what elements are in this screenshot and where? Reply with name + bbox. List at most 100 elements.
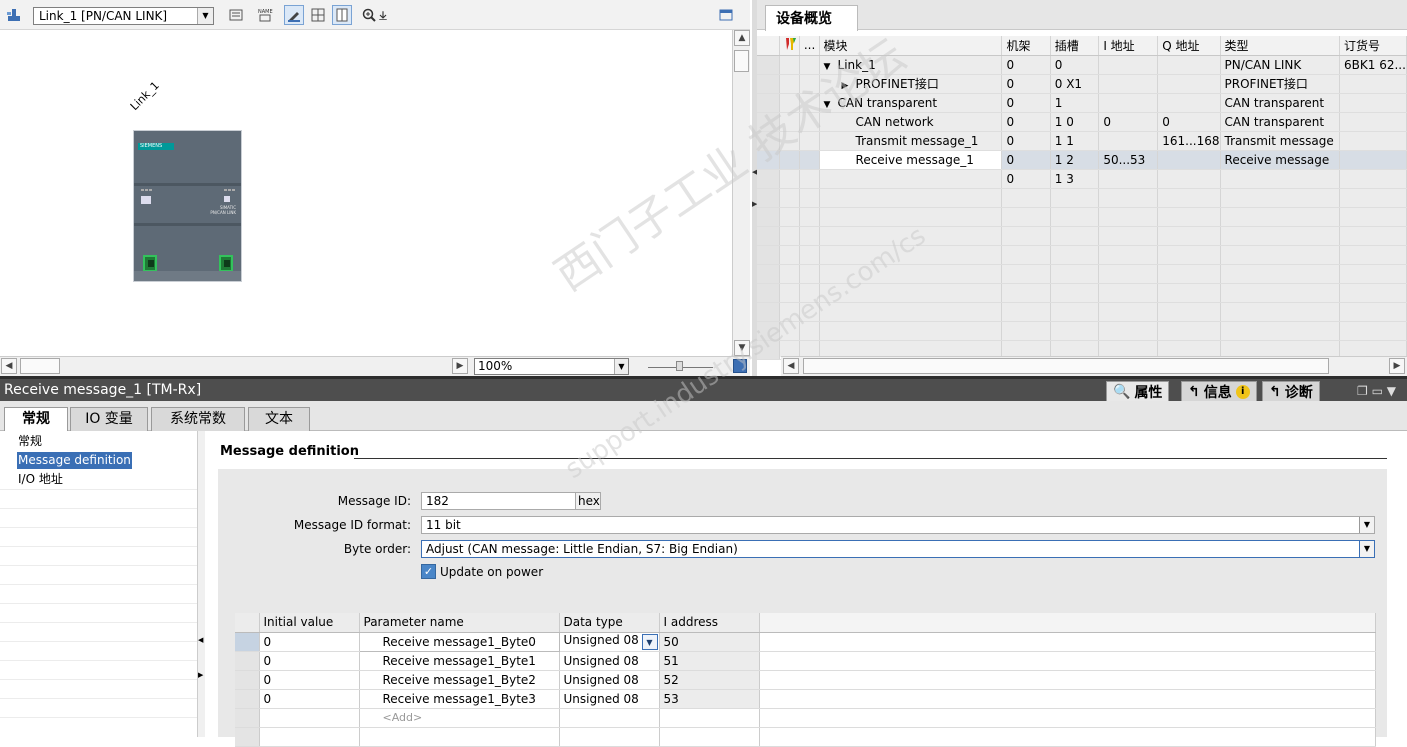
device-selector[interactable]: Link_1 [PN/CAN LINK] ▼ (33, 7, 214, 25)
col-order-number[interactable]: 订货号 (1339, 36, 1407, 56)
pen-tool-icon[interactable] (284, 5, 304, 25)
col-rack[interactable]: 机架 (1001, 36, 1051, 56)
fit-view-icon[interactable] (733, 359, 747, 373)
col-q-address[interactable]: Q 地址 (1157, 36, 1221, 56)
row-header-cell[interactable] (757, 150, 780, 170)
device-pn-can-link[interactable]: SIEMENS SIMATIC PN/CAN LINK (133, 130, 242, 282)
overview-row[interactable]: Transmit message_1 0 1 1 161...168 Transmit … (757, 131, 1407, 151)
col-module[interactable]: 模块 (819, 36, 1003, 56)
parameter-name-cell[interactable]: Receive message1_Byte1 (359, 651, 560, 671)
tab-general[interactable]: 常规 (4, 407, 68, 433)
scroll-left-icon[interactable]: ◀ (1, 358, 17, 374)
device-data-icon[interactable] (226, 5, 246, 25)
chevron-down-icon[interactable]: ▼ (197, 8, 213, 24)
col-initial-value[interactable]: Initial value (259, 613, 360, 633)
window-controls-icon[interactable]: ❐ ▭ ▼ (1357, 384, 1396, 398)
parameter-name-cell[interactable]: Receive message1_Byte3 (359, 689, 560, 709)
row-header-cell[interactable] (757, 112, 780, 132)
parameter-row[interactable]: 0 Receive message1_Byte2 Unsigned 08 52 (235, 670, 1376, 690)
show-names-icon[interactable]: NAME (255, 5, 275, 25)
arrow-down-icon[interactable] (376, 5, 390, 25)
module-cell[interactable]: Receive message_1 (819, 150, 1003, 170)
initial-value-cell[interactable]: 0 (259, 689, 360, 709)
tab-properties[interactable]: 🔍 属性 (1106, 381, 1170, 403)
col-i-address[interactable]: I 地址 (1098, 36, 1159, 56)
tab-device-overview[interactable]: 设备概览 (765, 5, 858, 31)
page-break-icon[interactable] (332, 5, 352, 25)
network-view-icon[interactable] (4, 5, 24, 25)
scroll-down-icon[interactable]: ▼ (734, 340, 750, 356)
chevron-down-icon[interactable]: ▼ (641, 634, 658, 650)
col-slot[interactable]: 插槽 (1050, 36, 1100, 56)
module-cell[interactable] (819, 169, 1003, 189)
row-header-cell[interactable] (235, 689, 260, 709)
col-parameter-name[interactable]: Parameter name (359, 613, 560, 633)
zoom-select[interactable]: 100% ▼ (474, 358, 629, 375)
scroll-right-icon[interactable]: ▶ (1389, 358, 1405, 374)
chevron-down-icon[interactable]: ▼ (1359, 541, 1374, 557)
tab-diagnostics[interactable]: ↰ 诊断 (1262, 381, 1320, 403)
ethernet-port-2-icon[interactable] (219, 255, 233, 272)
filter-icon[interactable] (779, 36, 800, 56)
expand-icon[interactable]: ▶ (842, 81, 856, 91)
scroll-up-icon[interactable]: ▲ (734, 30, 750, 46)
tab-system-constants[interactable]: 系统常数 (151, 407, 245, 432)
chevron-down-icon[interactable]: ▼ (1359, 517, 1374, 533)
grid-icon[interactable] (308, 5, 328, 25)
overview-row[interactable]: CAN network 0 1 0 0 0 CAN transparent (757, 112, 1407, 132)
overview-horizontal-scrollbar[interactable]: ◀ ▶ (781, 356, 1407, 376)
parameter-name-cell[interactable]: Receive message1_Byte2 (359, 670, 560, 690)
row-header-cell[interactable] (757, 55, 780, 75)
data-type-cell[interactable]: Unsigned 08 (559, 689, 660, 709)
nav-io-address[interactable]: I/O 地址 (17, 471, 64, 488)
network-canvas[interactable] (0, 30, 732, 358)
row-header-cell[interactable] (757, 131, 780, 151)
parameter-row[interactable]: 0 Receive message1_Byte3 Unsigned 08 53 (235, 689, 1376, 709)
collapse-icon[interactable]: ▼ (824, 100, 838, 110)
row-header-cell[interactable] (757, 93, 780, 113)
scroll-thumb-h[interactable] (803, 358, 1329, 374)
message-id-format-select[interactable]: 11 bit ▼ (421, 516, 1375, 534)
add-parameter-cell[interactable]: <Add> (359, 708, 560, 728)
overview-row[interactable]: ▼ Link_1 0 0 PN/CAN LINK 6BK1 62... (757, 55, 1407, 75)
col-i-address[interactable]: I address (659, 613, 760, 633)
zoom-slider-handle[interactable] (676, 361, 683, 371)
initial-value-cell[interactable]: 0 (259, 651, 360, 671)
module-cell[interactable]: ▼ CAN transparent (819, 93, 1003, 113)
nav-scrollbar[interactable]: ◀ ▶ (197, 431, 205, 737)
message-id-input[interactable]: 182 (421, 492, 576, 510)
scroll-thumb-h[interactable] (20, 358, 60, 374)
add-parameter-row[interactable]: <Add> (235, 708, 1376, 728)
module-cell[interactable]: ▶ PROFINET接口 (819, 74, 1003, 94)
data-type-cell[interactable]: Unsigned 08 (559, 670, 660, 690)
panel-toggle-icon[interactable] (716, 5, 736, 25)
col-more[interactable]: ... (799, 36, 820, 56)
row-header-cell[interactable] (235, 632, 260, 652)
overview-row[interactable]: 01 3 (757, 169, 1407, 189)
module-cell[interactable]: CAN network (819, 112, 1003, 132)
chevron-down-icon[interactable]: ▼ (614, 359, 628, 374)
module-cell[interactable]: ▼ Link_1 (819, 55, 1003, 75)
row-header-cell[interactable] (757, 74, 780, 94)
parameter-name-cell[interactable]: Receive message1_Byte0 (358, 631, 560, 652)
canvas-vertical-scrollbar[interactable]: ▲ ▼ (732, 30, 750, 358)
canvas-horizontal-scrollbar[interactable]: ◀ ▶ (0, 356, 750, 376)
nav-general[interactable]: 常规 (17, 433, 43, 450)
scroll-left-icon[interactable]: ◀ (783, 358, 799, 374)
collapse-right-icon[interactable]: ▶ (198, 671, 203, 679)
initial-value-cell[interactable]: 0 (259, 670, 360, 690)
tab-texts[interactable]: 文本 (248, 407, 310, 432)
overview-row[interactable]: ▶ PROFINET接口 0 0 X1 PROFINET接口 (757, 74, 1407, 94)
update-on-power-checkbox[interactable]: ✓ (421, 564, 436, 579)
parameter-row[interactable]: 0 Receive message1_Byte1 Unsigned 08 51 (235, 651, 1376, 671)
collapse-left-icon[interactable]: ◀ (198, 636, 203, 644)
byte-order-select[interactable]: Adjust (CAN message: Little Endian, S7: … (421, 540, 1375, 558)
ethernet-port-1-icon[interactable] (143, 255, 157, 272)
collapse-icon[interactable]: ▼ (824, 62, 838, 72)
parameter-row[interactable]: 0 Receive message1_Byte0 Unsigned 08 ▼ 50 (235, 631, 1376, 652)
scroll-right-icon[interactable]: ▶ (452, 358, 468, 374)
col-type[interactable]: 类型 (1220, 36, 1341, 56)
tab-io-tags[interactable]: IO 变量 (70, 407, 148, 432)
col-data-type[interactable]: Data type (559, 613, 660, 633)
module-cell[interactable]: Transmit message_1 (819, 131, 1003, 151)
